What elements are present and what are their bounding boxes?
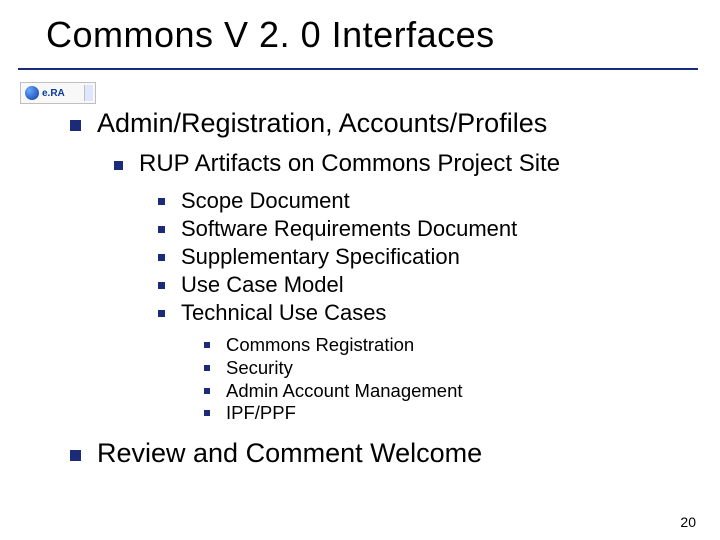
logo-side-bar: [84, 85, 93, 101]
bullet-level4: Admin Account Management: [204, 380, 690, 402]
bullet-level3: Supplementary Specification: [158, 244, 690, 270]
logo-text: e.RA: [42, 88, 65, 99]
slide: Commons V 2. 0 Interfaces e.RA Admin/Reg…: [0, 0, 720, 540]
bullet-level1: Admin/Registration, Accounts/Profiles: [70, 108, 690, 140]
square-bullet-icon: [158, 282, 165, 289]
bullet-text: Scope Document: [181, 188, 350, 214]
bullet-level4: IPF/PPF: [204, 402, 690, 424]
bullet-text: Technical Use Cases: [181, 300, 386, 326]
bullet-text: Review and Comment Welcome: [97, 438, 482, 470]
bullet-text: RUP Artifacts on Commons Project Site: [139, 150, 560, 178]
bullet-level3: Technical Use Cases: [158, 300, 690, 326]
bullet-level4: Commons Registration: [204, 334, 690, 356]
square-bullet-icon: [204, 410, 210, 416]
title-underline: [18, 68, 698, 70]
bullet-level3: Scope Document: [158, 188, 690, 214]
bullet-text: Software Requirements Document: [181, 216, 517, 242]
square-bullet-icon: [70, 450, 81, 461]
bullet-text: Commons Registration: [226, 334, 414, 356]
square-bullet-icon: [204, 365, 210, 371]
page-number: 20: [680, 514, 696, 530]
usecase-list: Commons Registration Security Admin Acco…: [70, 334, 690, 424]
era-logo: e.RA: [20, 82, 96, 104]
square-bullet-icon: [158, 198, 165, 205]
bullet-text: Supplementary Specification: [181, 244, 460, 270]
slide-body: Admin/Registration, Accounts/Profiles RU…: [70, 108, 690, 480]
bullet-level4: Security: [204, 357, 690, 379]
bullet-level3: Software Requirements Document: [158, 216, 690, 242]
bullet-text: Use Case Model: [181, 272, 344, 298]
bullet-text: Admin/Registration, Accounts/Profiles: [97, 108, 547, 140]
square-bullet-icon: [158, 310, 165, 317]
square-bullet-icon: [204, 388, 210, 394]
bullet-level1: Review and Comment Welcome: [70, 438, 690, 470]
square-bullet-icon: [114, 161, 123, 170]
artifact-list: Scope Document Software Requirements Doc…: [70, 188, 690, 326]
square-bullet-icon: [158, 254, 165, 261]
square-bullet-icon: [204, 342, 210, 348]
bullet-level3: Use Case Model: [158, 272, 690, 298]
bullet-text: Security: [226, 357, 293, 379]
square-bullet-icon: [70, 120, 81, 131]
logo-globe-icon: [25, 86, 39, 100]
square-bullet-icon: [158, 226, 165, 233]
bullet-text: IPF/PPF: [226, 402, 296, 424]
bullet-text: Admin Account Management: [226, 380, 463, 402]
bullet-level2: RUP Artifacts on Commons Project Site: [114, 150, 690, 178]
slide-title: Commons V 2. 0 Interfaces: [46, 14, 495, 56]
